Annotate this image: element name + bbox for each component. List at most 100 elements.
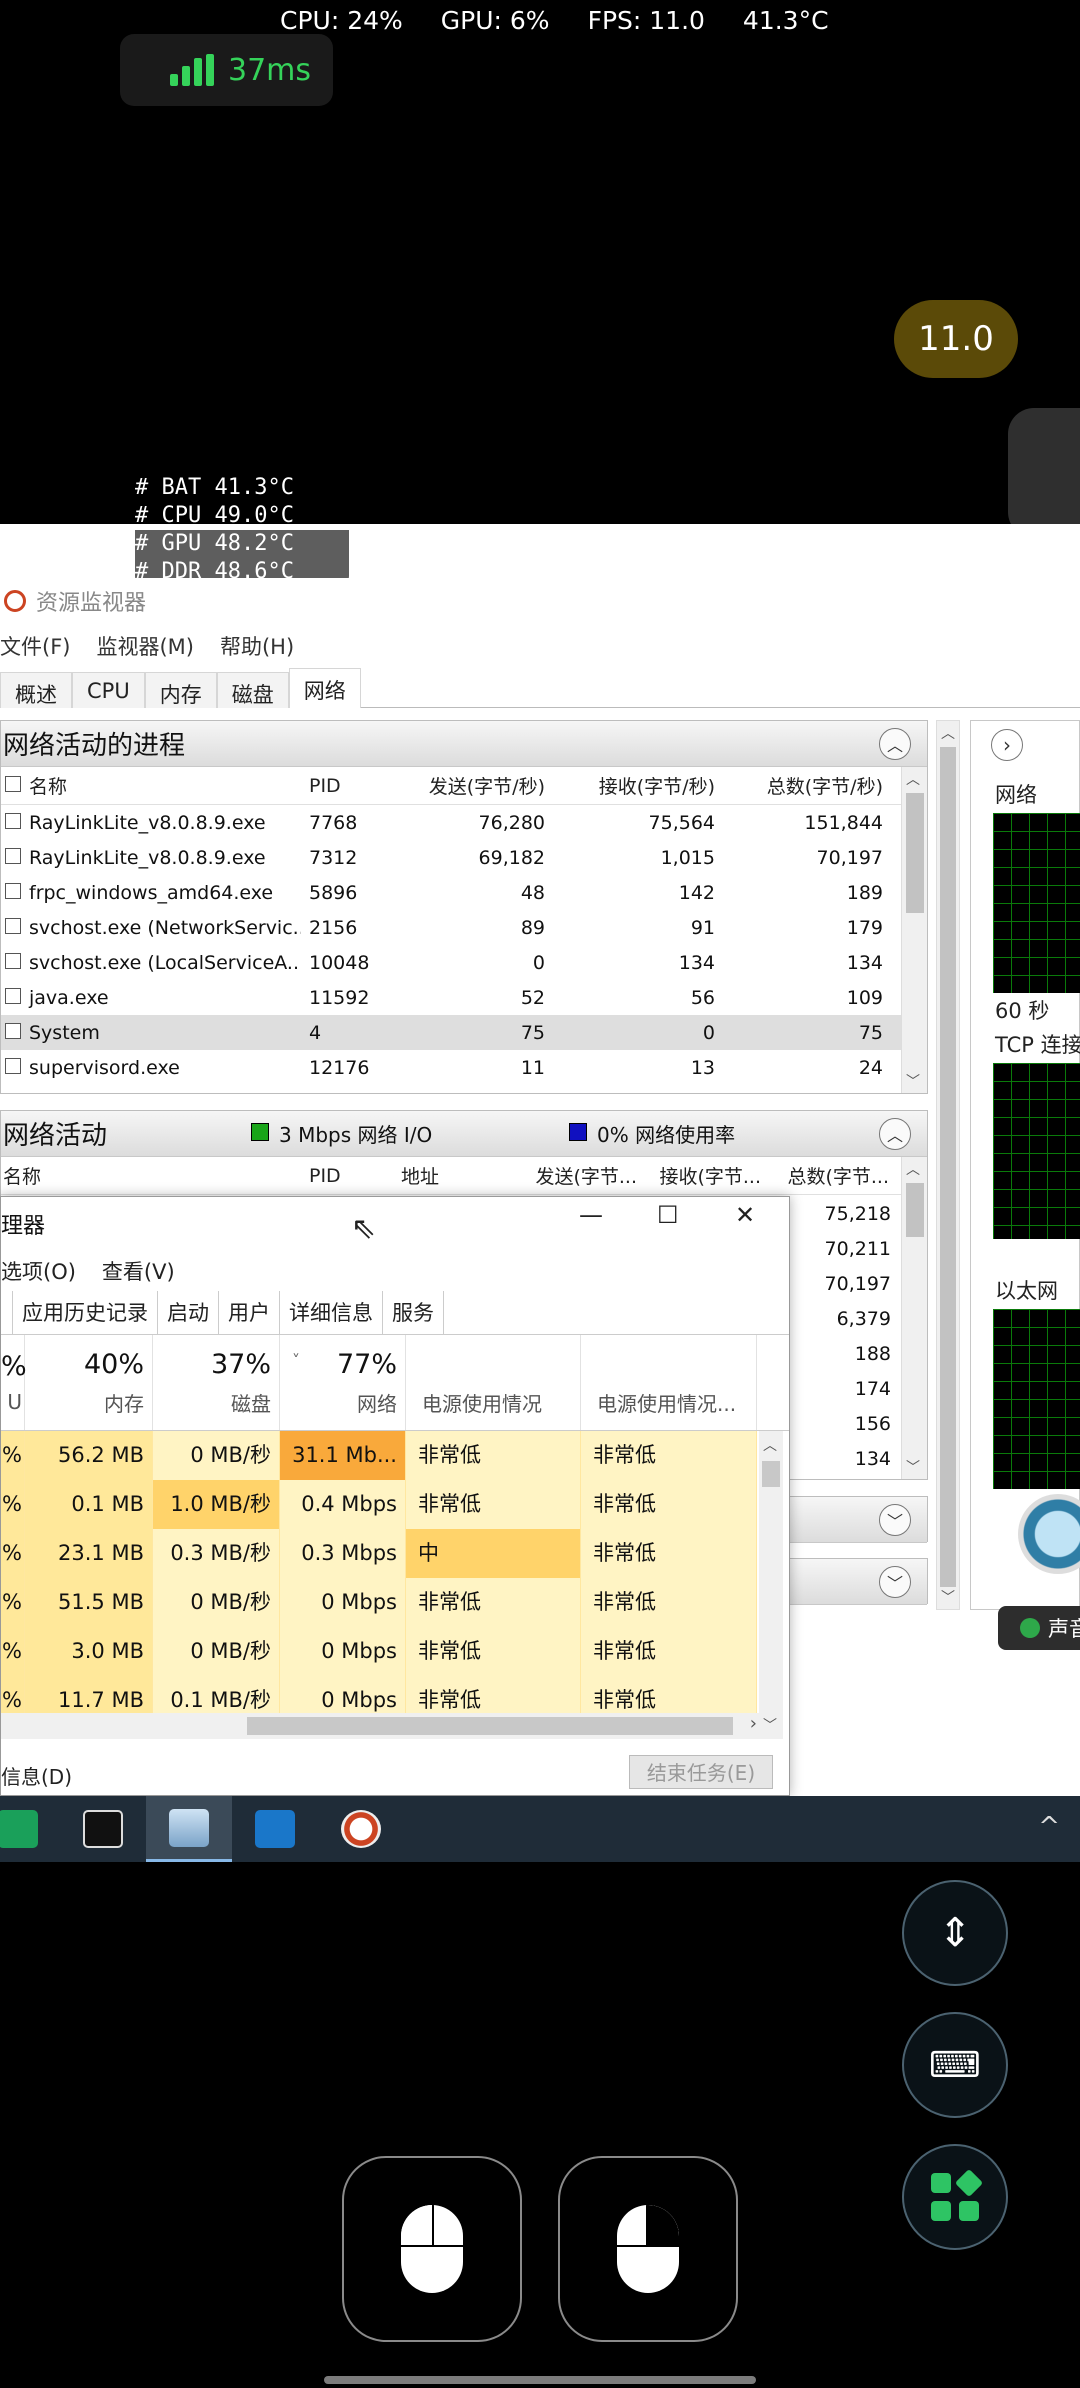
row-checkbox[interactable] [5,987,21,1004]
cell: 0 [702,1021,715,1044]
tab-network[interactable]: 网络 [288,668,361,708]
io-legend-icon [251,1123,269,1141]
taskbar-app-green[interactable] [0,1796,60,1862]
tab-overview[interactable]: 概述 [0,672,72,708]
col-disk[interactable]: 37% 磁盘 [153,1335,280,1430]
end-task-button[interactable]: 结束任务(E) [629,1755,773,1789]
col-memory[interactable]: 40% 内存 [25,1335,153,1430]
keyboard-icon: ⌨ [929,2044,981,2086]
col-power-trend[interactable]: 电源使用情况... [581,1335,757,1430]
close-icon[interactable]: ✕ [735,1201,755,1229]
table-row[interactable]: % 0.1 MB 1.0 MB/秒 0.4 Mbps 非常低 非常低 [1,1480,789,1529]
menu-help[interactable]: 帮助(H) [220,631,294,661]
tab-app-history[interactable]: 应用历史记录 [13,1290,158,1335]
col-name[interactable]: 名称 [27,772,301,799]
taskbar-resource-monitor[interactable] [146,1796,232,1862]
select-all-checkbox[interactable] [5,775,21,792]
col-send[interactable]: 发送(字节... [519,1162,645,1189]
tab-memory[interactable]: 内存 [144,672,217,708]
tab-startup[interactable]: 启动 [158,1290,219,1335]
col-receive[interactable]: 接收(字节... [645,1162,769,1189]
expand-icon[interactable]: ﹀ [879,1504,911,1536]
col-total[interactable]: 总数(字节/秒) [729,772,897,799]
app-blue-icon [255,1810,295,1848]
col-name[interactable]: 名称 [1,1162,301,1189]
table-row[interactable]: frpc_windows_amd64.exe 5896 48 142 189 [1,875,927,910]
sound-toast[interactable]: 声音 [998,1606,1080,1650]
col-cpu[interactable]: % U [1,1335,27,1430]
col-receive[interactable]: 接收(字节/秒) [559,772,729,799]
chevron-up-icon[interactable]: ^ [1038,1812,1060,1842]
cell: 0.3 MB/秒 [153,1529,280,1578]
menu-view[interactable]: 查看(V) [102,1256,175,1286]
row-checkbox[interactable] [5,952,21,969]
col-power[interactable]: 电源使用情况 [406,1335,581,1430]
resmon-title-bar[interactable]: 资源监视器 [0,578,1080,624]
col-total[interactable]: 总数(字节... [769,1162,901,1189]
table-row[interactable]: System 4 75 0 75 [1,1015,927,1050]
right-click-button[interactable] [558,2156,738,2342]
cell: svchost.exe (NetworkServic... [29,916,301,939]
table-row[interactable]: RayLinkLite_v8.0.8.9.exe 7768 76,280 75,564… [1,805,927,840]
floating-app-icon[interactable] [1008,408,1080,538]
menu-monitor[interactable]: 监视器(M) [96,631,194,661]
process-scrollbar[interactable]: ︿ ﹀ [901,767,927,1093]
table-row[interactable]: RayLinkLite_v8.0.8.9.exe 7312 69,182 1,015 7… [1,840,927,875]
table-row[interactable]: % 3.0 MB 0 MB/秒 0 Mbps 非常低 非常低 [1,1627,789,1676]
taskbar-app-red[interactable] [318,1796,404,1862]
cell: 13 [690,1056,715,1079]
col-send[interactable]: 发送(字节/秒) [389,772,559,799]
panel-header[interactable]: 网络活动 3 Mbps 网络 I/O 0% 网络使用率 ︿ [1,1111,927,1157]
network-scrollbar[interactable]: ︿ ﹀ [901,1157,927,1479]
maximize-icon[interactable]: ☐ [657,1201,679,1229]
left-click-button[interactable] [342,2156,522,2342]
col-address[interactable]: 地址 [389,1162,519,1189]
table-row[interactable]: % 51.5 MB 0 MB/秒 0 Mbps 非常低 非常低 [1,1578,789,1627]
fps-badge[interactable]: 11.0 [894,300,1018,378]
row-checkbox[interactable] [5,882,21,899]
chevron-right-icon[interactable]: › [991,729,1023,761]
fewer-details-link[interactable]: 信息(D) [1,1761,72,1790]
cell: 非常低 [581,1431,757,1480]
table-row[interactable]: supervisord.exe 12176 11 13 24 [1,1050,927,1085]
tm-title-bar[interactable]: 理器 — ☐ ✕ ⇖ [1,1197,789,1251]
scroll-toggle-button[interactable]: ⇕ [902,1880,1008,1986]
row-checkbox[interactable] [5,847,21,864]
collapse-icon[interactable]: ︿ [879,1118,911,1150]
tm-horizontal-scrollbar[interactable]: › [1,1713,761,1739]
row-checkbox[interactable] [5,812,21,829]
expand-icon[interactable]: ﹀ [879,1566,911,1598]
row-checkbox[interactable] [5,1022,21,1039]
row-checkbox[interactable] [5,1057,21,1074]
home-indicator[interactable] [324,2376,756,2384]
cell: 23.1 MB [25,1529,153,1578]
cell: 31.1 Mb... [280,1431,406,1480]
tm-vertical-scrollbar[interactable]: ︿ ﹀ [759,1431,783,1739]
keyboard-button[interactable]: ⌨ [902,2012,1008,2118]
col-pid[interactable]: PID [301,775,389,797]
table-row[interactable]: svchost.exe (NetworkServic... 2156 89 91 179 [1,910,927,945]
table-row[interactable]: svchost.exe (LocalServiceA... 10048 0 134 13… [1,945,927,980]
table-row[interactable]: % 56.2 MB 0 MB/秒 31.1 Mb... 非常低 非常低 [1,1431,789,1480]
tab-disk[interactable]: 磁盘 [216,672,289,708]
tab-users[interactable]: 用户 [219,1290,280,1335]
tab-details[interactable]: 详细信息 [280,1290,383,1335]
apps-menu-button[interactable] [902,2144,1008,2250]
col-network[interactable]: ˅ 77% 网络 [280,1335,406,1430]
menu-file[interactable]: 文件(F) [0,631,70,661]
taskbar-terminal[interactable] [60,1796,146,1862]
col-pid[interactable]: PID [301,1165,389,1187]
taskbar-app-blue[interactable] [232,1796,318,1862]
resmon-menu: 文件(F) 监视器(M) 帮助(H) [0,624,1080,668]
main-scrollbar[interactable]: ︿ ﹀ [936,720,960,1610]
tab-cpu[interactable]: CPU [72,672,145,708]
row-checkbox[interactable] [5,917,21,934]
tab-services[interactable]: 服务 [383,1290,444,1335]
panel-header[interactable]: 网络活动的进程 ︿ [1,721,927,767]
menu-options[interactable]: 选项(O) [1,1256,76,1286]
table-row[interactable]: % 23.1 MB 0.3 MB/秒 0.3 Mbps 中非常低 [1,1529,789,1578]
minimize-icon[interactable]: — [579,1201,603,1229]
collapse-icon[interactable]: ︿ [879,728,911,760]
table-row[interactable]: java.exe 11592 52 56 109 [1,980,927,1015]
net-total-cell: 70,211 [824,1238,891,1260]
